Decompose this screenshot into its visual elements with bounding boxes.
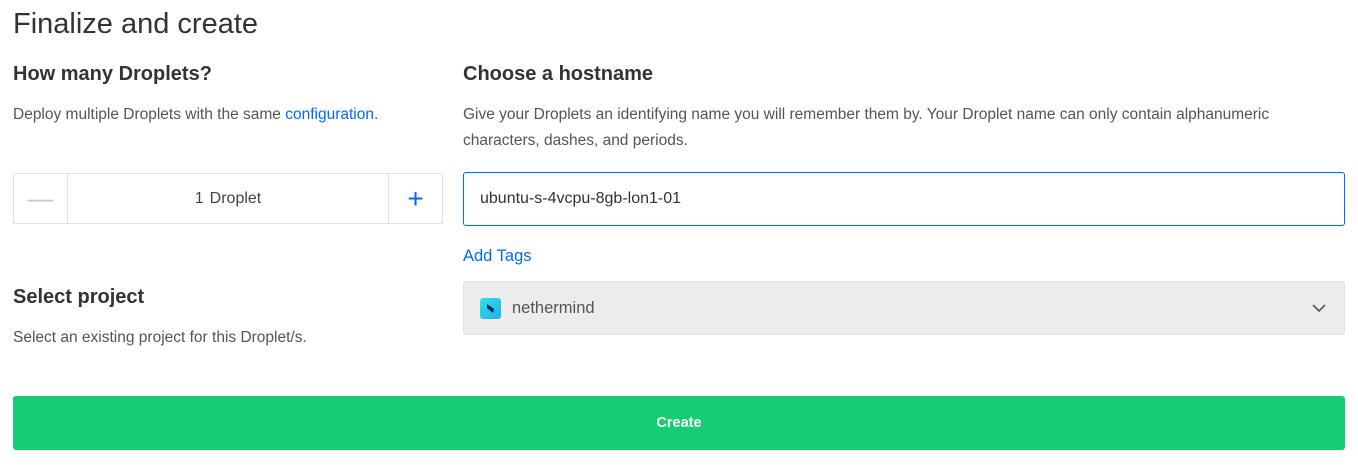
selected-project: nethermind — [512, 298, 595, 317]
droplets-description-suffix: . — [374, 106, 379, 123]
page-title: Finalize and create — [13, 8, 259, 40]
hostname-description: Give your Droplets an identifying name y… — [463, 106, 1270, 149]
plus-icon: + — [407, 182, 424, 214]
create-button[interactable]: Create — [13, 396, 1345, 450]
droplets-description: Deploy multiple Droplets with the same c… — [13, 102, 378, 128]
project-select[interactable]: nethermind — [463, 281, 1345, 335]
minus-icon: — — [27, 183, 54, 213]
project-description: Select an existing project for this Drop… — [13, 329, 307, 346]
droplets-heading: How many Droplets? — [13, 63, 212, 85]
chevron-down-icon — [1312, 304, 1326, 313]
configuration-link[interactable]: configuration — [285, 106, 374, 123]
droplet-count-value[interactable]: 1 Droplet — [68, 174, 388, 223]
droplet-unit: Droplet — [209, 189, 262, 207]
hostname-heading: Choose a hostname — [463, 63, 654, 85]
project-heading: Select project — [13, 286, 145, 308]
droplets-description-text: Deploy multiple Droplets with the same — [13, 106, 286, 123]
droplet-count-stepper: — 1 Droplet + — [13, 173, 443, 224]
droplet-count: 1 — [194, 189, 204, 207]
decrement-button[interactable]: — — [14, 174, 68, 223]
nethermind-logo-icon — [480, 297, 501, 319]
increment-button[interactable]: + — [388, 174, 442, 223]
hostname-input[interactable] — [463, 172, 1345, 226]
add-tags-link[interactable]: Add Tags — [463, 247, 532, 266]
